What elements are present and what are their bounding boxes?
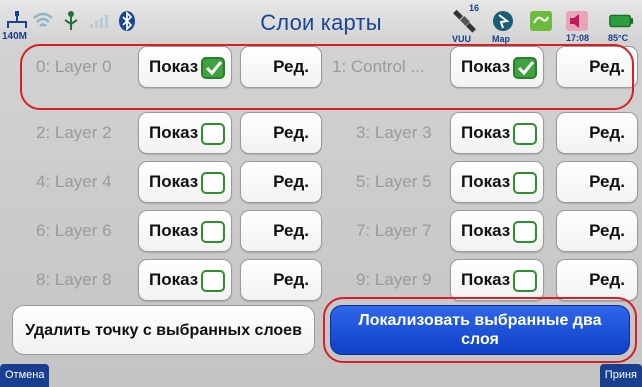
show-label: Показ bbox=[149, 270, 199, 289]
edit-button-layer-8[interactable]: Ред. bbox=[240, 259, 322, 301]
show-label: Показ bbox=[461, 123, 511, 142]
layer-label-5: 5: Layer 5 bbox=[356, 172, 432, 191]
edit-button-layer-2[interactable]: Ред. bbox=[240, 112, 322, 154]
layer-row-8-9: 8: Layer 8 Показ Ред. 9: Layer 9 Показ Р… bbox=[0, 255, 642, 305]
speaker-icon bbox=[564, 8, 590, 34]
edit-label: Ред. bbox=[273, 221, 309, 240]
checkbox-unchecked-icon bbox=[201, 172, 225, 194]
edit-button-layer-5[interactable]: Ред. bbox=[556, 161, 638, 203]
edit-label: Ред. bbox=[589, 172, 625, 191]
edit-label: Ред. bbox=[589, 57, 625, 76]
layer-label-8: 8: Layer 8 bbox=[36, 270, 112, 289]
layer-label-0: 0: Layer 0 bbox=[36, 57, 112, 76]
status-bar: 140M Слои карты 16 VUU Map 17:08 85°C bbox=[0, 0, 642, 44]
edit-button-layer-6[interactable]: Ред. bbox=[240, 210, 322, 252]
localize-layers-button[interactable]: Локализовать выбранные два слоя bbox=[330, 305, 630, 355]
show-toggle-layer-3[interactable]: Показ bbox=[450, 112, 544, 154]
edit-button-layer-7[interactable]: Ред. bbox=[556, 210, 638, 252]
show-toggle-layer-7[interactable]: Показ bbox=[450, 210, 544, 252]
checkbox-unchecked-icon bbox=[513, 123, 537, 145]
checkbox-unchecked-icon bbox=[201, 221, 225, 243]
show-toggle-layer-4[interactable]: Показ bbox=[138, 161, 232, 203]
show-toggle-layer-5[interactable]: Показ bbox=[450, 161, 544, 203]
show-label: Показ bbox=[461, 57, 511, 76]
layer-label-6: 6: Layer 6 bbox=[36, 221, 112, 240]
checkbox-unchecked-icon bbox=[513, 270, 537, 292]
layer-label-2: 2: Layer 2 bbox=[36, 123, 112, 142]
show-toggle-layer-2[interactable]: Показ bbox=[138, 112, 232, 154]
edit-label: Ред. bbox=[589, 270, 625, 289]
layer-label-4: 4: Layer 4 bbox=[36, 172, 112, 191]
edit-button-layer-0[interactable]: Ред. bbox=[240, 46, 322, 88]
checkbox-unchecked-icon bbox=[513, 221, 537, 243]
checkbox-unchecked-icon bbox=[513, 172, 537, 194]
layer-row-2-3: 2: Layer 2 Показ Ред. 3: Layer 3 Показ Р… bbox=[0, 108, 642, 158]
show-label: Показ bbox=[149, 57, 199, 76]
edit-button-layer-1[interactable]: Ред. bbox=[556, 46, 638, 88]
edit-label: Ред. bbox=[273, 172, 309, 191]
show-toggle-layer-6[interactable]: Показ bbox=[138, 210, 232, 252]
show-label: Показ bbox=[149, 221, 199, 240]
show-toggle-layer-8[interactable]: Показ bbox=[138, 259, 232, 301]
layer-label-7: 7: Layer 7 bbox=[356, 221, 432, 240]
show-label: Показ bbox=[149, 123, 199, 142]
show-toggle-layer-1[interactable]: Показ bbox=[450, 46, 544, 88]
delete-point-button[interactable]: Удалить точку с выбранных слоев bbox=[12, 305, 315, 355]
map-compass-icon bbox=[490, 8, 516, 34]
show-label: Показ bbox=[461, 270, 511, 289]
edit-label: Ред. bbox=[273, 123, 309, 142]
checkbox-checked-icon bbox=[513, 57, 537, 79]
cancel-softkey[interactable]: Отмена bbox=[0, 364, 50, 387]
checkbox-checked-icon bbox=[201, 57, 225, 79]
layer-row-6-7: 6: Layer 6 Показ Ред. 7: Layer 7 Показ Р… bbox=[0, 206, 642, 256]
show-label: Показ bbox=[461, 221, 511, 240]
show-toggle-layer-0[interactable]: Показ bbox=[138, 46, 232, 88]
layer-label-1: 1: Control ... bbox=[332, 57, 425, 76]
layer-row-0-1: 0: Layer 0 Показ Ред. 1: Control ... Пок… bbox=[0, 42, 642, 92]
checkbox-unchecked-icon bbox=[201, 270, 225, 292]
show-label: Показ bbox=[461, 172, 511, 191]
gps-satellite-count: 16 bbox=[469, 3, 480, 13]
layer-label-3: 3: Layer 3 bbox=[356, 123, 432, 142]
show-toggle-layer-9[interactable]: Показ bbox=[450, 259, 544, 301]
edit-button-layer-4[interactable]: Ред. bbox=[240, 161, 322, 203]
battery-icon bbox=[608, 8, 634, 34]
edit-button-layer-3[interactable]: Ред. bbox=[556, 112, 638, 154]
checkbox-unchecked-icon bbox=[201, 123, 225, 145]
edit-label: Ред. bbox=[273, 57, 309, 76]
accept-softkey[interactable]: Приня bbox=[599, 364, 642, 387]
edit-button-layer-9[interactable]: Ред. bbox=[556, 259, 638, 301]
map-layer-icon bbox=[528, 8, 554, 34]
edit-label: Ред. bbox=[273, 270, 309, 289]
edit-label: Ред. bbox=[589, 123, 625, 142]
show-label: Показ bbox=[149, 172, 199, 191]
map-layers-screen: 140M Слои карты 16 VUU Map 17:08 85°C 0:… bbox=[0, 0, 642, 387]
edit-label: Ред. bbox=[589, 221, 625, 240]
layer-row-4-5: 4: Layer 4 Показ Ред. 5: Layer 5 Показ Р… bbox=[0, 157, 642, 207]
layer-label-9: 9: Layer 9 bbox=[356, 270, 432, 289]
